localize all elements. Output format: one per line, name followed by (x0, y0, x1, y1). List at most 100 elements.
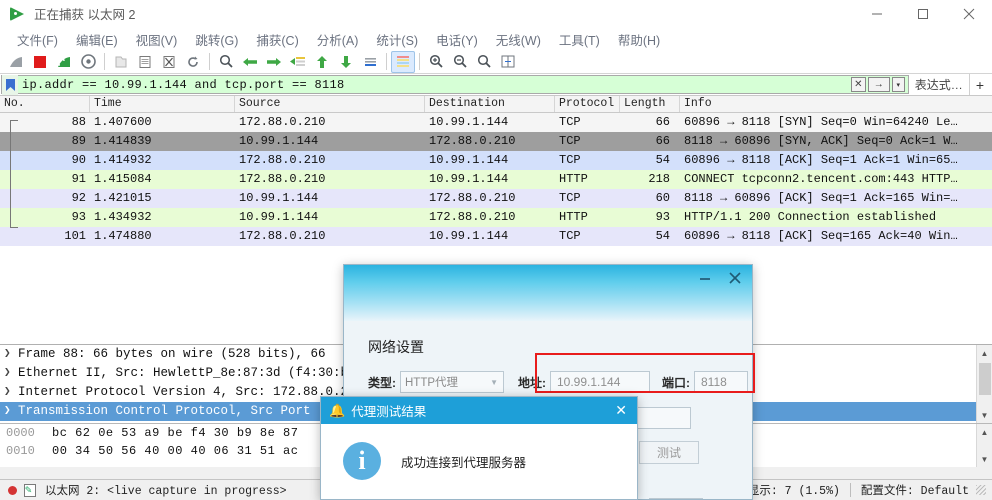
save-file-icon[interactable] (133, 51, 157, 73)
proxy-type-select[interactable]: HTTP代理 ▼ (400, 371, 504, 393)
menu-file[interactable]: 文件(F) (8, 28, 67, 51)
table-row[interactable]: 90 1.414932 172.88.0.210 10.99.1.144 TCP… (0, 151, 992, 170)
zoom-reset-icon[interactable] (472, 51, 496, 73)
proxy-domain-input[interactable] (637, 407, 691, 429)
cell-source: 10.99.1.144 (239, 210, 319, 224)
capture-file-icon[interactable] (24, 483, 36, 497)
proxy-test-body: i 成功连接到代理服务器 (321, 424, 637, 480)
zoom-out-icon[interactable] (448, 51, 472, 73)
menu-go[interactable]: 跳转(G) (186, 28, 247, 51)
cell-source: 10.99.1.144 (239, 134, 319, 148)
clear-filter-icon[interactable]: ✕ (850, 77, 866, 92)
go-first-packet-icon[interactable] (310, 51, 334, 73)
reload-file-icon[interactable] (181, 51, 205, 73)
filter-add-button[interactable]: + (968, 74, 992, 95)
column-header-protocol[interactable]: Protocol (555, 96, 620, 112)
go-forward-icon[interactable] (262, 51, 286, 73)
zoom-in-icon[interactable] (424, 51, 448, 73)
cell-dest: 10.99.1.144 (429, 115, 509, 129)
menu-analyze[interactable]: 分析(A) (308, 28, 368, 51)
record-dot-icon (8, 485, 17, 495)
auto-scroll-icon[interactable] (358, 51, 382, 73)
cell-protocol: HTTP (559, 172, 588, 186)
scrollbar-thumb[interactable] (979, 363, 991, 395)
cell-no: 91 (71, 172, 86, 186)
cell-time: 1.414839 (94, 134, 152, 148)
toolbar-separator (419, 53, 420, 70)
capture-status-text: 以太网 2: <live capture in progress> (45, 485, 287, 498)
proxy-port-input[interactable]: 8118 (694, 371, 748, 393)
go-last-packet-icon[interactable] (334, 51, 358, 73)
close-button[interactable] (946, 0, 992, 28)
minimize-button[interactable] (854, 0, 900, 28)
menu-help[interactable]: 帮助(H) (609, 28, 669, 51)
menu-edit[interactable]: 编辑(E) (67, 28, 127, 51)
find-packet-icon[interactable] (214, 51, 238, 73)
display-filter-value[interactable]: ip.addr == 10.99.1.144 and tcp.port == 8… (18, 78, 851, 92)
dialog-close-button[interactable] (724, 269, 746, 287)
cell-no: 93 (71, 210, 86, 224)
menu-wireless[interactable]: 无线(W) (487, 28, 550, 51)
column-header-source[interactable]: Source (235, 96, 425, 112)
detail-pane-scrollbar[interactable]: ▲ ▼ (976, 345, 992, 423)
chevron-right-icon[interactable]: ❯ (4, 345, 18, 364)
scroll-up-icon[interactable]: ▲ (977, 424, 992, 440)
chevron-down-icon[interactable]: ▼ (490, 378, 498, 387)
table-row[interactable]: 93 1.434932 10.99.1.144 172.88.0.210 HTT… (0, 208, 992, 227)
capture-options-icon[interactable] (76, 51, 100, 73)
apply-filter-icon[interactable]: → (867, 77, 890, 92)
chevron-right-icon[interactable]: ❯ (4, 402, 18, 421)
scroll-up-icon[interactable]: ▲ (977, 345, 992, 361)
go-to-packet-icon[interactable] (286, 51, 310, 73)
menu-tools[interactable]: 工具(T) (550, 28, 609, 51)
menu-telephony[interactable]: 电话(Y) (427, 28, 487, 51)
column-header-no[interactable]: No. (0, 96, 90, 112)
dialog-minimize-button[interactable] (694, 269, 716, 287)
scroll-down-icon[interactable]: ▼ (977, 451, 992, 467)
cell-source: 172.88.0.210 (239, 229, 326, 243)
maximize-button[interactable] (900, 0, 946, 28)
display-filter-input[interactable]: ip.addr == 10.99.1.144 and tcp.port == 8… (1, 74, 909, 95)
network-settings-window-controls (694, 269, 746, 287)
proxy-test-result-dialog[interactable]: 🔔 代理测试结果 ✕ i 成功连接到代理服务器 (320, 396, 638, 500)
chevron-right-icon[interactable]: ❯ (4, 364, 18, 383)
packet-list-header: No. Time Source Destination Protocol Len… (0, 96, 992, 113)
resize-columns-icon[interactable] (496, 51, 520, 73)
proxy-test-button[interactable]: 测试 (639, 441, 699, 464)
colorize-icon[interactable] (391, 50, 415, 73)
table-row[interactable]: 88 1.407600 172.88.0.210 10.99.1.144 TCP… (0, 113, 992, 132)
scroll-down-icon[interactable]: ▼ (977, 407, 992, 423)
resize-grip-icon[interactable] (976, 485, 986, 495)
start-capture-icon[interactable] (4, 51, 28, 73)
proxy-test-close-button[interactable]: ✕ (615, 402, 627, 419)
menu-statistics[interactable]: 统计(S) (367, 28, 427, 51)
cell-length: 54 (655, 153, 670, 167)
filter-history-dropdown-icon[interactable]: ▾ (891, 77, 905, 92)
go-back-icon[interactable] (238, 51, 262, 73)
open-file-icon[interactable] (109, 51, 133, 73)
column-header-length[interactable]: Length (620, 96, 680, 112)
menu-view[interactable]: 视图(V) (127, 28, 187, 51)
column-header-info[interactable]: Info (680, 96, 992, 112)
profile-label[interactable]: 配置文件: Default (861, 482, 969, 498)
window-controls (854, 0, 992, 28)
bookmark-icon[interactable] (2, 74, 18, 95)
menu-capture[interactable]: 捕获(C) (247, 28, 307, 51)
proxy-test-message: 成功连接到代理服务器 (401, 455, 527, 470)
cell-protocol: TCP (559, 191, 581, 205)
table-row[interactable]: 101 1.474880 172.88.0.210 10.99.1.144 TC… (0, 227, 992, 246)
table-row[interactable]: 91 1.415084 172.88.0.210 10.99.1.144 HTT… (0, 170, 992, 189)
column-header-dest[interactable]: Destination (425, 96, 555, 112)
table-row[interactable]: 92 1.421015 10.99.1.144 172.88.0.210 TCP… (0, 189, 992, 208)
restart-capture-icon[interactable] (52, 51, 76, 73)
bytes-pane-scrollbar[interactable]: ▲ ▼ (976, 424, 992, 467)
packet-list[interactable]: No. Time Source Destination Protocol Len… (0, 96, 992, 246)
stop-capture-icon[interactable] (28, 51, 52, 73)
proxy-address-input[interactable]: 10.99.1.144 (550, 371, 650, 393)
close-file-icon[interactable] (157, 51, 181, 73)
column-header-time[interactable]: Time (90, 96, 235, 112)
filter-expression-button[interactable]: 表达式… (908, 74, 969, 95)
byte-offset: 0010 (6, 444, 35, 458)
table-row[interactable]: 89 1.414839 10.99.1.144 172.88.0.210 TCP… (0, 132, 992, 151)
chevron-right-icon[interactable]: ❯ (4, 383, 18, 402)
